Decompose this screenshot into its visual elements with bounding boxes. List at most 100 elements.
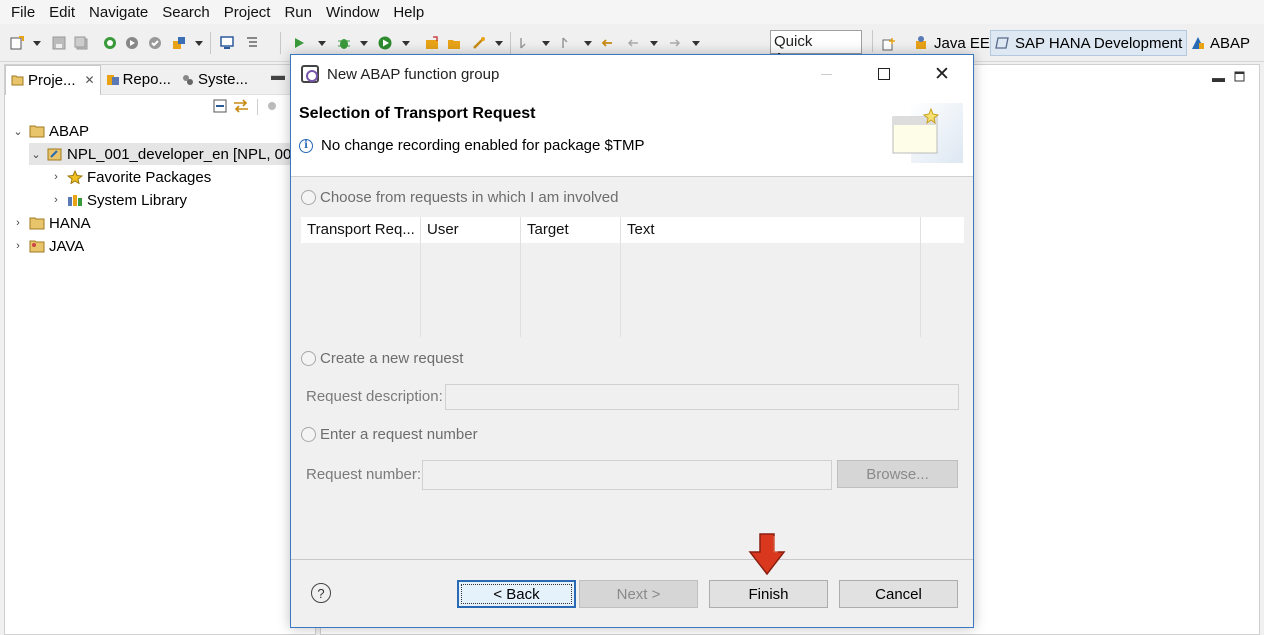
red-arrow-annotation-icon bbox=[748, 533, 786, 576]
console-icon[interactable] bbox=[220, 36, 234, 50]
new-icon[interactable] bbox=[10, 36, 24, 50]
tree-item-system-library[interactable]: › System Library bbox=[49, 189, 187, 211]
chevron-right-icon[interactable]: › bbox=[11, 217, 25, 229]
debug-icon[interactable] bbox=[337, 36, 351, 50]
perspective-abap[interactable]: ABAP bbox=[1186, 30, 1254, 56]
chevron-right-icon[interactable]: › bbox=[49, 171, 63, 183]
column-header-user[interactable]: User bbox=[421, 217, 521, 243]
run-icon[interactable] bbox=[378, 36, 392, 50]
tab-label: Syste... bbox=[197, 71, 248, 88]
toolbar-separator bbox=[510, 32, 511, 54]
radio-choose-from-requests[interactable]: Choose from requests in which I am invol… bbox=[301, 189, 618, 206]
prev-annotation-icon[interactable] bbox=[560, 36, 574, 50]
run-external-icon[interactable] bbox=[292, 36, 306, 50]
chevron-down-icon[interactable]: ⌄ bbox=[11, 125, 25, 138]
maximize-icon[interactable] bbox=[1234, 70, 1246, 82]
menu-edit[interactable]: Edit bbox=[42, 4, 82, 21]
tab-repository[interactable]: Repo... bbox=[101, 65, 176, 95]
last-edit-icon[interactable] bbox=[600, 36, 614, 50]
column-header-text[interactable]: Text bbox=[621, 217, 921, 243]
chevron-down-icon[interactable] bbox=[195, 41, 203, 46]
chevron-down-icon[interactable] bbox=[318, 41, 326, 46]
wand-icon[interactable] bbox=[472, 36, 486, 50]
menu-project[interactable]: Project bbox=[217, 4, 278, 21]
chevron-right-icon[interactable]: › bbox=[49, 194, 63, 206]
tree-label: ABAP bbox=[49, 122, 90, 140]
finish-button[interactable]: Finish bbox=[709, 580, 828, 608]
quick-access-input[interactable]: Quick Access bbox=[770, 30, 862, 67]
tree-item-java[interactable]: › JAVA bbox=[11, 235, 84, 257]
perspective-sap-hana-development[interactable]: SAP HANA Development bbox=[990, 30, 1188, 56]
new-abap-function-group-dialog: New ABAP function group ✕ Selection of T… bbox=[290, 54, 974, 628]
chevron-down-icon[interactable] bbox=[692, 41, 700, 46]
tree-item-npl-system[interactable]: ⌄ NPL_001_developer_en [NPL, 001, bbox=[29, 143, 317, 165]
back-button[interactable]: < Back bbox=[457, 580, 576, 608]
tree-item-favorite-packages[interactable]: › Favorite Packages bbox=[49, 166, 211, 188]
view-menu-icon[interactable] bbox=[265, 99, 279, 113]
chevron-down-icon[interactable] bbox=[650, 41, 658, 46]
menu-file[interactable]: File bbox=[4, 4, 42, 21]
close-icon[interactable]: ✕ bbox=[85, 73, 95, 87]
menu-window[interactable]: Window bbox=[319, 4, 386, 21]
chevron-down-icon[interactable] bbox=[542, 41, 550, 46]
minimize-icon[interactable]: ▬ bbox=[271, 67, 285, 83]
column-divider bbox=[920, 243, 921, 337]
radio-button[interactable] bbox=[301, 427, 316, 442]
radio-button[interactable] bbox=[301, 351, 316, 366]
minimize-icon[interactable]: ▬ bbox=[1212, 70, 1225, 85]
tree-item-abap[interactable]: ⌄ ABAP bbox=[11, 120, 89, 142]
chevron-down-icon[interactable] bbox=[495, 41, 503, 46]
tab-system[interactable]: Syste... bbox=[176, 65, 253, 95]
cancel-button[interactable]: Cancel bbox=[839, 580, 958, 608]
chevron-down-icon[interactable] bbox=[402, 41, 410, 46]
radio-button[interactable] bbox=[301, 190, 316, 205]
request-description-field[interactable] bbox=[445, 384, 959, 410]
open-perspective-icon[interactable] bbox=[882, 37, 896, 51]
chevron-down-icon[interactable]: ⌄ bbox=[29, 148, 43, 161]
request-description-label: Request description: bbox=[306, 388, 443, 405]
tab-project-explorer[interactable]: Proje... ✕ bbox=[5, 64, 101, 95]
maximize-window-button[interactable] bbox=[861, 55, 907, 93]
back-nav-icon[interactable] bbox=[626, 36, 640, 50]
next-annotation-icon[interactable] bbox=[518, 36, 532, 50]
toolbar-separator bbox=[280, 32, 281, 54]
menu-navigate[interactable]: Navigate bbox=[82, 4, 155, 21]
request-number-label: Request number: bbox=[306, 466, 422, 483]
next-button[interactable]: Next > bbox=[579, 580, 698, 608]
dialog-titlebar: New ABAP function group ✕ bbox=[291, 55, 973, 93]
column-header-transport-request[interactable]: Transport Req... bbox=[301, 217, 421, 243]
request-number-field[interactable] bbox=[422, 460, 832, 490]
menu-help[interactable]: Help bbox=[386, 4, 431, 21]
activate-icon[interactable] bbox=[125, 36, 139, 50]
check-icon[interactable] bbox=[148, 36, 162, 50]
outline-icon[interactable] bbox=[245, 36, 259, 50]
folder-icon bbox=[29, 217, 45, 230]
tree-item-hana[interactable]: › HANA bbox=[11, 212, 91, 234]
radio-enter-request-number[interactable]: Enter a request number bbox=[301, 426, 478, 443]
system-icon bbox=[182, 74, 193, 85]
run-circle-icon[interactable] bbox=[103, 36, 117, 50]
menu-search[interactable]: Search bbox=[155, 4, 217, 21]
folder-icon bbox=[29, 125, 45, 138]
menu-run[interactable]: Run bbox=[277, 4, 319, 21]
package-icon[interactable] bbox=[172, 36, 186, 50]
chevron-down-icon[interactable] bbox=[360, 41, 368, 46]
collapse-all-icon[interactable] bbox=[213, 99, 227, 113]
help-icon[interactable]: ? bbox=[311, 583, 331, 603]
minimize-window-button[interactable] bbox=[803, 55, 849, 93]
link-with-editor-icon[interactable] bbox=[233, 99, 249, 113]
browse-button[interactable]: Browse... bbox=[837, 460, 958, 488]
perspective-java-ee[interactable]: Java EE bbox=[910, 30, 994, 56]
chevron-right-icon[interactable]: › bbox=[11, 240, 25, 252]
open-type-icon[interactable] bbox=[425, 36, 439, 50]
save-icon[interactable] bbox=[52, 36, 66, 50]
view-toolbar bbox=[5, 95, 315, 119]
radio-create-new-request[interactable]: Create a new request bbox=[301, 350, 463, 367]
chevron-down-icon[interactable] bbox=[33, 41, 41, 46]
column-header-target[interactable]: Target bbox=[521, 217, 621, 243]
close-window-button[interactable]: ✕ bbox=[919, 55, 965, 93]
save-all-icon[interactable] bbox=[74, 36, 88, 50]
forward-nav-icon[interactable] bbox=[668, 36, 682, 50]
chevron-down-icon[interactable] bbox=[584, 41, 592, 46]
folder-open-icon[interactable] bbox=[447, 36, 461, 50]
